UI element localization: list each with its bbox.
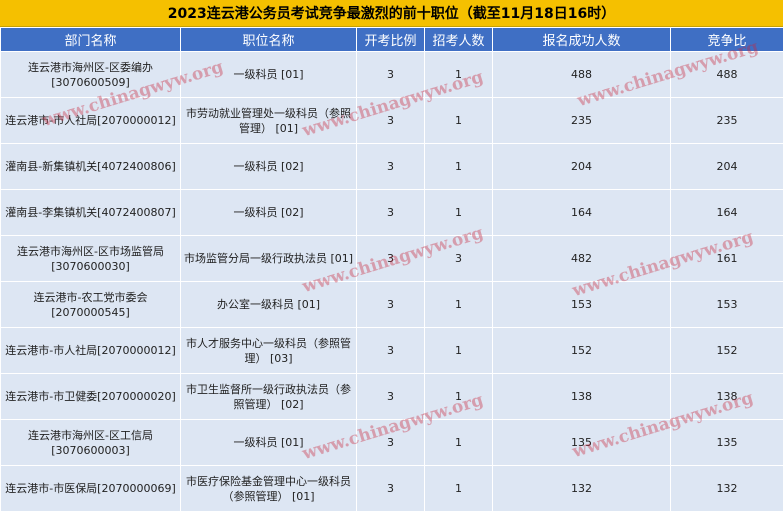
cell-dept: 连云港市-市人社局[2070000012] [0,97,181,144]
cell-applicants: 138 [492,373,671,420]
table-body: 连云港市海州区-区委编办[3070600509] 一级科员 [01] 3 1 4… [0,51,783,512]
cell-hires: 1 [424,281,493,328]
cell-dept: 灌南县-李集镇机关[4072400807] [0,189,181,236]
cell-competition: 204 [670,143,783,190]
cell-position: 一级科员 [02] [180,189,357,236]
cell-hires: 3 [424,235,493,282]
col-header-ratio: 开考比例 [356,27,425,52]
cell-hires: 1 [424,327,493,374]
cell-applicants: 152 [492,327,671,374]
cell-ratio: 3 [356,281,425,328]
table-row: 连云港市海州区-区市场监管局 [3070600030] 市场监管分局一级行政执法… [0,235,783,282]
table-row: 连云港市-市人社局[2070000012] 市劳动就业管理处一级科员（参照管理）… [0,97,783,144]
cell-competition: 132 [670,465,783,512]
cell-applicants: 204 [492,143,671,190]
cell-ratio: 3 [356,327,425,374]
table-row: 连云港市海州区-区委编办[3070600509] 一级科员 [01] 3 1 4… [0,51,783,98]
table-row: 连云港市-市卫健委[2070000020] 市卫生监督所一级行政执法员（参照管理… [0,373,783,420]
cell-competition: 161 [670,235,783,282]
cell-competition: 164 [670,189,783,236]
cell-position: 市劳动就业管理处一级科员（参照管理） [01] [180,97,357,144]
cell-competition: 488 [670,51,783,98]
table-row: 连云港市海州区-区工信局[3070600003] 一级科员 [01] 3 1 1… [0,419,783,466]
cell-hires: 1 [424,465,493,512]
cell-ratio: 3 [356,51,425,98]
cell-ratio: 3 [356,189,425,236]
cell-ratio: 3 [356,143,425,190]
col-header-dept: 部门名称 [0,27,181,52]
cell-dept: 连云港市海州区-区工信局[3070600003] [0,419,181,466]
cell-applicants: 164 [492,189,671,236]
cell-applicants: 235 [492,97,671,144]
cell-position: 市场监管分局一级行政执法员 [01] [180,235,357,282]
cell-ratio: 3 [356,235,425,282]
col-header-hires: 招考人数 [424,27,493,52]
cell-position: 一级科员 [02] [180,143,357,190]
table-header-row: 部门名称 职位名称 开考比例 招考人数 报名成功人数 竞争比 [0,27,783,52]
cell-dept: 连云港市-市卫健委[2070000020] [0,373,181,420]
cell-applicants: 153 [492,281,671,328]
cell-dept: 连云港市-农工党市委会[2070000545] [0,281,181,328]
cell-position: 市卫生监督所一级行政执法员（参照管理） [02] [180,373,357,420]
cell-competition: 138 [670,373,783,420]
cell-position: 办公室一级科员 [01] [180,281,357,328]
cell-hires: 1 [424,97,493,144]
cell-applicants: 135 [492,419,671,466]
positions-table: 部门名称 职位名称 开考比例 招考人数 报名成功人数 竞争比 连云港市海州区-区… [0,27,783,512]
cell-competition: 135 [670,419,783,466]
cell-position: 市人才服务中心一级科员（参照管理） [03] [180,327,357,374]
table-row: 连云港市-农工党市委会[2070000545] 办公室一级科员 [01] 3 1… [0,281,783,328]
cell-ratio: 3 [356,373,425,420]
table-row: 灌南县-李集镇机关[4072400807] 一级科员 [02] 3 1 164 … [0,189,783,236]
cell-position: 一级科员 [01] [180,419,357,466]
cell-position: 一级科员 [01] [180,51,357,98]
cell-competition: 152 [670,327,783,374]
col-header-position: 职位名称 [180,27,357,52]
cell-dept: 连云港市-市人社局[2070000012] [0,327,181,374]
table-row: 连云港市-市医保局[2070000069] 市医疗保险基金管理中心一级科员（参照… [0,465,783,512]
col-header-applicants: 报名成功人数 [492,27,671,52]
cell-ratio: 3 [356,465,425,512]
cell-competition: 153 [670,281,783,328]
cell-dept: 连云港市-市医保局[2070000069] [0,465,181,512]
table-row: 连云港市-市人社局[2070000012] 市人才服务中心一级科员（参照管理） … [0,327,783,374]
col-header-competition: 竞争比 [670,27,783,52]
cell-dept: 灌南县-新集镇机关[4072400806] [0,143,181,190]
cell-hires: 1 [424,373,493,420]
cell-applicants: 132 [492,465,671,512]
cell-position: 市医疗保险基金管理中心一级科员（参照管理） [01] [180,465,357,512]
cell-ratio: 3 [356,419,425,466]
cell-applicants: 488 [492,51,671,98]
cell-dept: 连云港市海州区-区委编办[3070600509] [0,51,181,98]
cell-hires: 1 [424,51,493,98]
cell-competition: 235 [670,97,783,144]
spreadsheet-image: 2023连云港公务员考试竞争最激烈的前十职位（截至11月18日16时） 部门名称… [0,0,783,515]
table-title: 2023连云港公务员考试竞争最激烈的前十职位（截至11月18日16时） [0,0,783,27]
table-row: 灌南县-新集镇机关[4072400806] 一级科员 [02] 3 1 204 … [0,143,783,190]
cell-applicants: 482 [492,235,671,282]
cell-ratio: 3 [356,97,425,144]
cell-hires: 1 [424,189,493,236]
cell-hires: 1 [424,143,493,190]
cell-hires: 1 [424,419,493,466]
cell-dept: 连云港市海州区-区市场监管局 [3070600030] [0,235,181,282]
